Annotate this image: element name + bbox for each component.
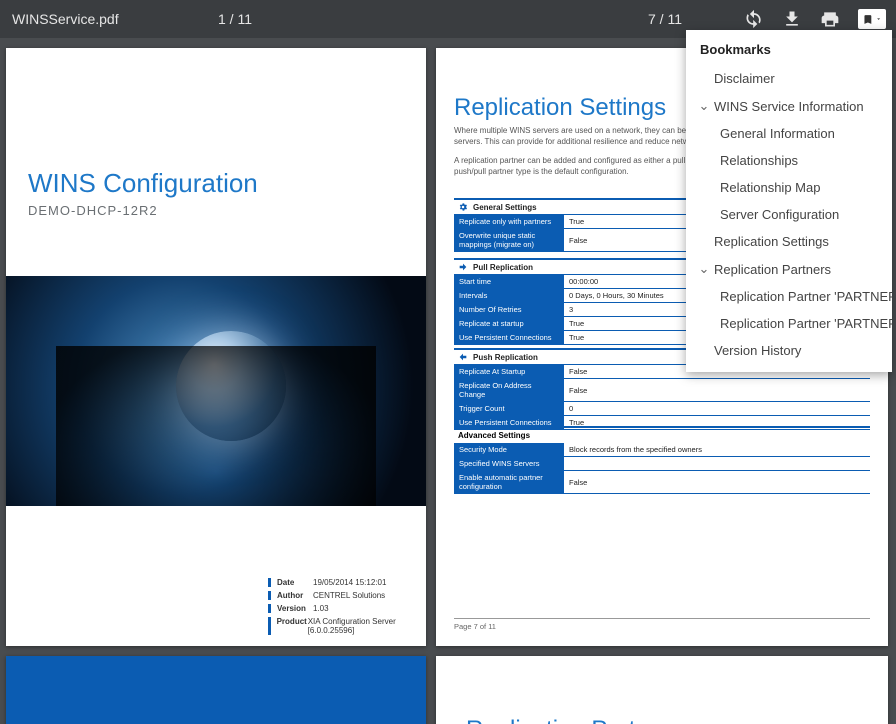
bookmark-label: WINS Service Information <box>714 99 864 114</box>
rotate-icon[interactable] <box>744 9 764 29</box>
bookmark-label: Replication Partner 'PARTNER1' <box>720 289 892 304</box>
table-row: Replicate On Address ChangeFalse <box>454 379 870 402</box>
meta-date-value: 19/05/2014 15:12:01 <box>313 578 386 587</box>
meta-author-label: Author <box>277 591 313 600</box>
bookmark-item[interactable]: Replication Partner 'PARTNER1' <box>686 283 892 310</box>
bookmark-label: Replication Settings <box>714 234 829 249</box>
table-key: Start time <box>454 275 564 289</box>
pdf-page-8[interactable]: Replication Partners <box>436 656 888 724</box>
bookmark-item[interactable]: Relationships <box>686 147 892 174</box>
page-footer: Page 7 of 11 <box>454 618 870 631</box>
table-value: False <box>564 471 870 494</box>
bookmark-item[interactable]: Version History <box>686 337 892 364</box>
bookmarks-panel: Bookmarks Disclaimer ⌄ WINS Service Inform… <box>686 30 892 372</box>
table-key: Replicate On Address Change <box>454 379 564 402</box>
bookmark-item[interactable]: ⌄ WINS Service Information <box>686 92 892 120</box>
page-counter-left: 1 / 11 <box>218 11 252 27</box>
table-value: False <box>564 379 870 402</box>
bookmark-label: Replication Partners <box>714 262 831 277</box>
table-value: 0 <box>564 402 870 416</box>
document-filename: WINSService.pdf <box>0 11 119 27</box>
toolbar-actions <box>744 9 886 29</box>
table-key: Replicate At Startup <box>454 365 564 379</box>
bookmarks-header: Bookmarks <box>686 38 892 65</box>
meta-product-label: Product <box>277 617 308 635</box>
cover-image <box>6 276 426 506</box>
pdf-page-1[interactable]: WINS Configuration DEMO-DHCP-12R2 Date19… <box>6 48 426 646</box>
settings-section-icon <box>458 202 468 212</box>
table-value <box>564 457 870 471</box>
chevron-down-icon: ⌄ <box>698 98 710 114</box>
bookmark-item[interactable]: General Information <box>686 120 892 147</box>
table-key: Replicate only with partners <box>454 215 564 229</box>
page-title: WINS Configuration <box>28 168 258 199</box>
push-section-icon <box>458 352 468 362</box>
bookmark-label: Relationships <box>720 153 798 168</box>
bookmark-label: General Information <box>720 126 835 141</box>
advanced-settings-section: Advanced Settings Security ModeBlock rec… <box>454 426 870 494</box>
bookmark-item[interactable]: Relationship Map <box>686 174 892 201</box>
page-heading: Replication Settings <box>454 94 666 122</box>
table-key: Overwrite unique static mappings (migrat… <box>454 229 564 252</box>
push-replication-table: Replicate At StartupFalseReplicate On Ad… <box>454 365 870 430</box>
table-key: Trigger Count <box>454 402 564 416</box>
table-key: Number Of Retries <box>454 303 564 317</box>
table-row: Trigger Count0 <box>454 402 870 416</box>
table-row: Enable automatic partner configurationFa… <box>454 471 870 494</box>
bookmark-list: Disclaimer ⌄ WINS Service Information Gener… <box>686 65 892 364</box>
bookmark-item[interactable]: Replication Partner 'PARTNER2' <box>686 310 892 337</box>
section-title: Push Replication <box>473 353 538 362</box>
section-title: Pull Replication <box>473 263 533 272</box>
table-key: Specified WINS Servers <box>454 457 564 471</box>
meta-product-value: XIA Configuration Server [6.0.0.25596] <box>308 617 426 635</box>
section-title: Advanced Settings <box>454 426 870 443</box>
print-icon[interactable] <box>820 9 840 29</box>
bookmark-label: Disclaimer <box>714 71 775 86</box>
table-row: Security ModeBlock records from the spec… <box>454 443 870 457</box>
bookmark-dropdown-button[interactable] <box>858 9 886 29</box>
document-metadata: Date19/05/2014 15:12:01 AuthorCENTREL So… <box>268 578 426 639</box>
page-heading: Replication Partners <box>466 716 682 724</box>
table-key: Use Persistent Connections <box>454 331 564 345</box>
advanced-settings-table: Security ModeBlock records from the spec… <box>454 443 870 494</box>
table-key: Security Mode <box>454 443 564 457</box>
bookmark-item[interactable]: Server Configuration <box>686 201 892 228</box>
table-key: Intervals <box>454 289 564 303</box>
hand-graphic <box>56 346 376 506</box>
meta-date-label: Date <box>277 578 313 587</box>
chevron-down-icon: ⌄ <box>698 261 710 277</box>
table-key: Enable automatic partner configuration <box>454 471 564 494</box>
bookmark-label: Replication Partner 'PARTNER2' <box>720 316 892 331</box>
page-subtitle: DEMO-DHCP-12R2 <box>28 203 158 218</box>
bookmark-item[interactable]: Disclaimer <box>686 65 892 92</box>
bookmark-label: Relationship Map <box>720 180 820 195</box>
meta-author-value: CENTREL Solutions <box>313 591 385 600</box>
pdf-page-2[interactable]: Table of Contents <box>6 656 426 724</box>
download-icon[interactable] <box>782 9 802 29</box>
table-row: Specified WINS Servers <box>454 457 870 471</box>
bookmark-item[interactable]: Replication Settings <box>686 228 892 255</box>
bookmark-label: Server Configuration <box>720 207 839 222</box>
meta-version-value: 1.03 <box>313 604 329 613</box>
table-value: Block records from the specified owners <box>564 443 870 457</box>
meta-version-label: Version <box>277 604 313 613</box>
bookmark-item[interactable]: ⌄ Replication Partners <box>686 255 892 283</box>
section-title: General Settings <box>473 203 537 212</box>
table-key: Replicate at startup <box>454 317 564 331</box>
pull-section-icon <box>458 262 468 272</box>
page-counter-right: 7 / 11 <box>648 11 682 27</box>
bookmark-label: Version History <box>714 343 801 358</box>
